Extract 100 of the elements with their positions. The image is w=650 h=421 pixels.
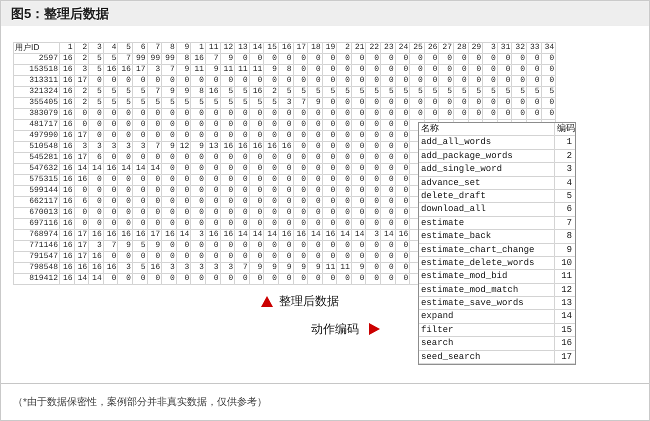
table-cell: 7 (162, 64, 176, 76)
table-cell: 0 (264, 240, 278, 252)
table-cell: 0 (234, 164, 250, 174)
table-cell: 0 (190, 108, 206, 120)
table-cell: 14 (308, 230, 322, 240)
table-cell: 0 (278, 218, 293, 230)
table-cell: 0 (336, 208, 352, 218)
column-header: 2 (336, 42, 352, 54)
table-cell: 11 (336, 262, 352, 274)
column-header: 22 (366, 42, 381, 54)
table-cell: 0 (351, 120, 366, 130)
column-header: 24 (395, 42, 410, 54)
table-cell: 0 (351, 240, 366, 252)
table-cell: 16 (162, 230, 176, 240)
table-cell: add_all_words (419, 136, 555, 149)
table-cell: 16 (74, 262, 89, 274)
table-cell: 0 (103, 174, 118, 186)
table-cell: 0 (205, 76, 220, 86)
table-cell: 14 (380, 230, 396, 240)
table-cell: 0 (424, 98, 439, 108)
table-cell: 0 (293, 142, 308, 152)
table-cell: 2 (264, 86, 278, 98)
table-cell-text: 11 (560, 270, 573, 283)
table-cell: 0 (336, 196, 352, 208)
table-cell: 0 (497, 54, 512, 64)
table-cell: 0 (278, 240, 293, 252)
table-cell: 9 (278, 262, 293, 274)
table-cell: 0 (205, 130, 220, 142)
table-cell: add_single_word (419, 163, 555, 176)
table-cell: 0 (88, 108, 104, 120)
table-cell: 0 (512, 54, 526, 64)
table-cell: 0 (249, 274, 264, 284)
table-cell: 0 (205, 196, 220, 208)
table-cell: 0 (118, 186, 132, 196)
table-cell: 0 (132, 218, 148, 230)
table-cell: 5 (88, 98, 104, 108)
table-cell: 16 (322, 230, 337, 240)
table-cell: 0 (395, 98, 410, 108)
table-cell: 0 (336, 64, 352, 76)
table-cell: 0 (482, 98, 498, 108)
table-cell: 0 (162, 186, 176, 196)
column-header: 7 (147, 42, 162, 54)
table-cell: 819412 (14, 274, 60, 284)
table-cell: 0 (118, 252, 132, 262)
table-cell: 0 (176, 218, 191, 230)
table-cell: advance_set (419, 176, 555, 189)
table-cell: 0 (395, 274, 410, 284)
table-cell: 0 (512, 64, 526, 76)
column-header: 用户ID (14, 42, 60, 54)
table-cell: 14 (74, 274, 89, 284)
table-cell: estimate_delete_words (419, 256, 555, 270)
table-cell: 3 (220, 262, 235, 274)
table-cell: 5 (88, 86, 104, 98)
table-cell: 16 (88, 230, 104, 240)
table-cell: 0 (74, 186, 89, 196)
table-cell: 0 (205, 108, 220, 120)
table-cell: 0 (380, 76, 396, 86)
table-cell-text: 16 (560, 337, 573, 350)
table-cell: 0 (118, 196, 132, 208)
table-cell: 0 (162, 174, 176, 186)
table-cell: 0 (322, 252, 337, 262)
table-cell: 0 (293, 274, 308, 284)
table-cell: 17 (74, 130, 89, 142)
table-cell: 0 (147, 120, 162, 130)
table-cell: 0 (162, 76, 176, 86)
table-cell: 0 (336, 98, 352, 108)
table-cell: 14 (132, 164, 148, 174)
table-cell: 0 (497, 76, 512, 86)
table-cell: 9 (176, 86, 191, 98)
table-cell: 510548 (14, 142, 60, 152)
table-cell: 0 (220, 164, 235, 174)
table-cell: 5 (468, 86, 483, 98)
table-cell: 3 (88, 142, 104, 152)
table-cell: 0 (541, 98, 556, 108)
table-cell: 0 (220, 208, 235, 218)
table-cell: 0 (205, 164, 220, 174)
table-cell: 0 (395, 152, 410, 164)
table-cell: 0 (336, 240, 352, 252)
table-cell: 481717 (14, 120, 60, 130)
column-header: 18 (308, 42, 322, 54)
table-cell: 0 (308, 252, 322, 262)
table-cell: 0 (308, 164, 322, 174)
table-cell: 497990 (14, 130, 60, 142)
table-cell: 9 (293, 262, 308, 274)
table-cell: 0 (220, 120, 235, 130)
table-cell: 0 (293, 54, 308, 64)
table-cell: 0 (293, 64, 308, 76)
table-cell-text: 7 (566, 216, 573, 230)
table-cell: 0 (264, 174, 278, 186)
table-cell: 0 (395, 208, 410, 218)
table-cell: 0 (264, 186, 278, 196)
table-cell: 0 (512, 76, 526, 86)
table-cell: 0 (380, 240, 396, 252)
table-cell: 16 (249, 86, 264, 98)
table-cell: 9 (351, 262, 366, 274)
table-cell: 0 (176, 120, 191, 130)
table-cell: 0 (132, 208, 148, 218)
table-cell: filter (419, 324, 555, 336)
table-cell: 768974 (14, 230, 60, 240)
table-cell: 0 (278, 130, 293, 142)
